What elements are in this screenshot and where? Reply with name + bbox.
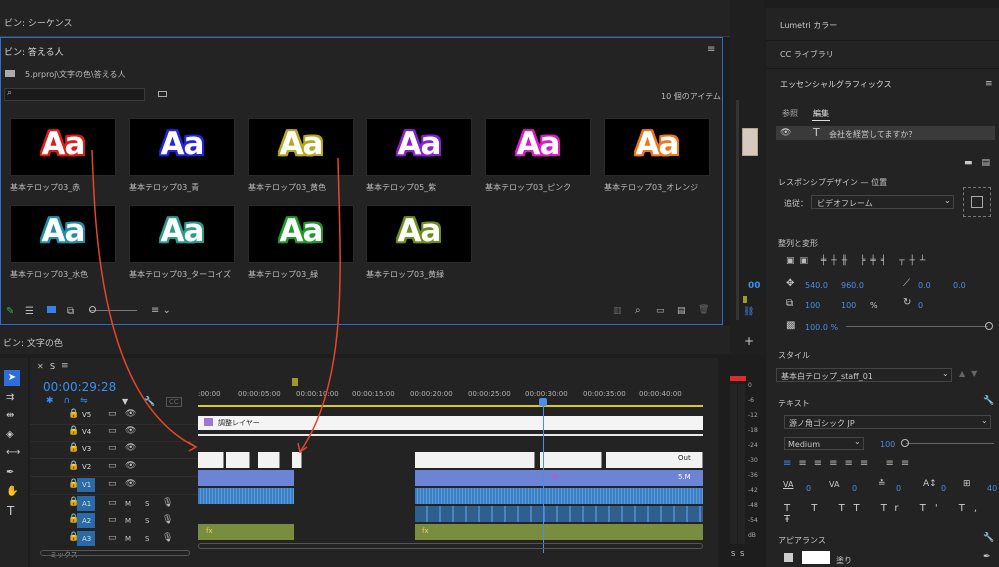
annotation-arrows bbox=[91, 149, 341, 454]
